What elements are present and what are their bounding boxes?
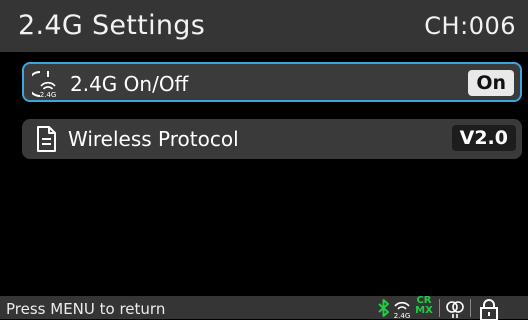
mode-icon: CR MX: [415, 295, 433, 316]
svg-text:2.4G: 2.4G: [40, 91, 57, 99]
bluetooth-icon: [378, 299, 389, 317]
page-title: 2.4G Settings: [18, 10, 206, 41]
channel-indicator: CH:006: [424, 12, 516, 40]
menu-item-wireless-protocol[interactable]: Wireless Protocol V2.0: [22, 119, 522, 159]
footer-bar: Press MENU to return 2.4G CR MX: [0, 295, 528, 320]
protocol-version-value[interactable]: V2.0: [451, 125, 516, 151]
return-hint: Press MENU to return: [6, 300, 166, 318]
wireless-24g-icon: 2.4G: [394, 301, 410, 320]
lock-icon: [480, 299, 498, 320]
status-divider: [470, 299, 471, 317]
document-icon: [37, 126, 56, 152]
menu-item-label: 2.4G On/Off: [70, 72, 189, 96]
link-icon: [446, 301, 464, 318]
status-divider: [439, 299, 440, 317]
toggle-value[interactable]: On: [468, 70, 514, 96]
header-bar: 2.4G Settings CH:006: [0, 0, 528, 52]
wireless-24g-icon: 2.4G: [32, 71, 57, 99]
menu-item-24g-onoff[interactable]: 2.4G 2.4G On/Off On: [22, 62, 522, 102]
menu-item-label: Wireless Protocol: [68, 127, 239, 151]
